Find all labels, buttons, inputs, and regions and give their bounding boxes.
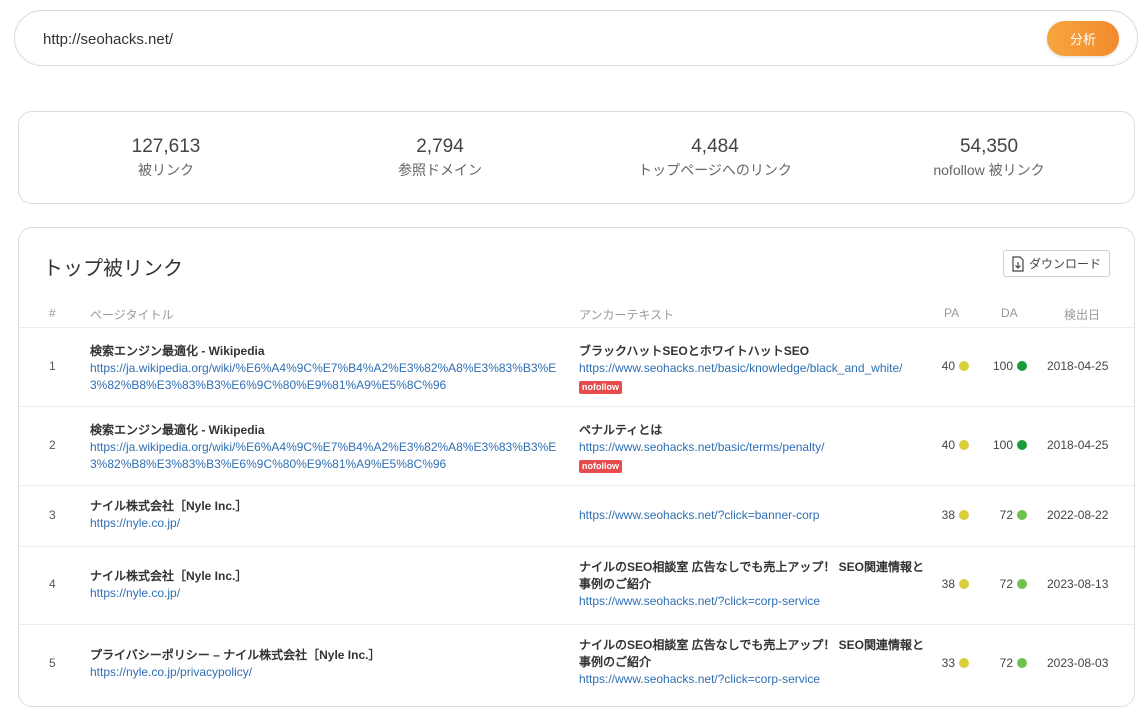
table-row: 2 検索エンジン最適化 - Wikipedia https://ja.wikip… [19, 406, 1134, 485]
da-indicator-dot [1017, 440, 1027, 450]
stat-value: 2,794 [416, 136, 464, 157]
row-number: 2 [49, 438, 56, 452]
pa-value: 38 [937, 508, 969, 522]
pa-number: 40 [941, 438, 955, 452]
table-row: 5 プライバシーポリシー – ナイル株式会社［Nyle Inc.］ https:… [19, 624, 1134, 708]
page-title: 検索エンジン最適化 - Wikipedia [90, 344, 265, 358]
pa-indicator-dot [959, 361, 969, 371]
page-url-link[interactable]: https://ja.wikipedia.org/wiki/%E6%A4%9C%… [90, 360, 560, 394]
page-url-link[interactable]: https://nyle.co.jp/ [90, 515, 560, 532]
anchor-url-link[interactable]: https://www.seohacks.net/?click=banner-c… [579, 507, 924, 524]
anchor-url-link[interactable]: https://www.seohacks.net/?click=corp-ser… [579, 671, 924, 688]
da-indicator-dot [1017, 510, 1027, 520]
pa-number: 40 [941, 359, 955, 373]
pa-number: 33 [941, 656, 955, 670]
col-pa: PA [944, 306, 960, 320]
anchor-url-link[interactable]: https://www.seohacks.net/?click=corp-ser… [579, 593, 924, 610]
pa-indicator-dot [959, 658, 969, 668]
stat-label: 被リンク [138, 162, 194, 178]
stat-label: 参照ドメイン [398, 162, 482, 178]
da-value: 100 [989, 438, 1027, 452]
nofollow-badge: nofollow [579, 460, 622, 473]
stat-nofollow-backlinks: 54,350 nofollow 被リンク [889, 136, 1089, 180]
page-url-link[interactable]: https://ja.wikipedia.org/wiki/%E6%A4%9C%… [90, 439, 560, 473]
top-backlinks-panel: トップ被リンク ダウンロード # ページタイトル アンカーテキスト PA DA … [18, 227, 1135, 707]
page-url-link[interactable]: https://nyle.co.jp/ [90, 585, 560, 602]
nofollow-badge: nofollow [579, 381, 622, 394]
anchor-text: ナイルのSEO相談室 広告なしでも売上アップ！ SEO関連情報と事例のご紹介 [579, 560, 924, 591]
anchor-url-link[interactable]: https://www.seohacks.net/basic/terms/pen… [579, 439, 924, 456]
da-value: 72 [989, 508, 1027, 522]
da-number: 72 [999, 508, 1013, 522]
pa-value: 40 [937, 438, 969, 452]
row-number: 4 [49, 577, 56, 591]
da-value: 100 [989, 359, 1027, 373]
col-date: 検出日 [1064, 308, 1101, 322]
da-indicator-dot [1017, 579, 1027, 589]
pa-value: 33 [937, 656, 969, 670]
download-label: ダウンロード [1028, 257, 1101, 271]
da-indicator-dot [1017, 658, 1027, 668]
pa-number: 38 [941, 577, 955, 591]
da-number: 72 [999, 656, 1013, 670]
table-header: # ページタイトル アンカーテキスト PA DA 検出日 [19, 304, 1134, 328]
stat-referring-domains: 2,794 参照ドメイン [340, 136, 540, 180]
anchor-text: ペナルティとは [579, 423, 663, 437]
stat-value: 54,350 [959, 136, 1019, 157]
detected-date: 2023-08-13 [1047, 577, 1109, 591]
stat-value: 127,613 [131, 136, 201, 157]
col-anchor-text: アンカーテキスト [579, 308, 675, 322]
da-value: 72 [989, 577, 1027, 591]
stat-toppage-links: 4,484 トップページへのリンク [615, 136, 815, 180]
stat-label: nofollow 被リンク [933, 162, 1045, 178]
pa-value: 40 [937, 359, 969, 373]
page-title: ナイル株式会社［Nyle Inc.］ [90, 499, 248, 513]
detected-date: 2018-04-25 [1047, 438, 1109, 452]
da-number: 72 [999, 577, 1013, 591]
analyze-button[interactable]: 分析 [1047, 21, 1119, 56]
table-row: 4 ナイル株式会社［Nyle Inc.］ https://nyle.co.jp/… [19, 546, 1134, 624]
row-number: 5 [49, 656, 56, 670]
page-title: ナイル株式会社［Nyle Inc.］ [90, 569, 248, 583]
table-row: 3 ナイル株式会社［Nyle Inc.］ https://nyle.co.jp/… [19, 485, 1134, 546]
table-row: 1 検索エンジン最適化 - Wikipedia https://ja.wikip… [19, 327, 1134, 406]
page-title: 検索エンジン最適化 - Wikipedia [90, 423, 265, 437]
page-title: プライバシーポリシー – ナイル株式会社［Nyle Inc.］ [90, 648, 381, 662]
anchor-url-link[interactable]: https://www.seohacks.net/basic/knowledge… [579, 360, 924, 377]
panel-title: トップ被リンク [43, 258, 183, 280]
stat-label: トップページへのリンク [638, 162, 792, 178]
detected-date: 2023-08-03 [1047, 656, 1109, 670]
row-number: 3 [49, 508, 56, 522]
da-number: 100 [992, 438, 1013, 452]
pa-indicator-dot [959, 579, 969, 589]
stats-summary: 127,613 被リンク 2,794 参照ドメイン 4,484 トップページへの… [18, 111, 1135, 204]
detected-date: 2018-04-25 [1047, 359, 1109, 373]
download-button[interactable]: ダウンロード [1002, 250, 1110, 277]
page-url-link[interactable]: https://nyle.co.jp/privacypolicy/ [90, 664, 560, 681]
search-bar: 分析 [14, 10, 1138, 66]
pa-value: 38 [937, 577, 969, 591]
stat-value: 4,484 [691, 136, 739, 157]
row-number: 1 [49, 359, 56, 373]
url-input[interactable] [41, 25, 1005, 53]
da-value: 72 [989, 656, 1027, 670]
col-da: DA [1001, 306, 1018, 320]
pa-number: 38 [941, 508, 955, 522]
da-indicator-dot [1017, 361, 1027, 371]
col-page-title: ページタイトル [90, 308, 174, 322]
da-number: 100 [992, 359, 1013, 373]
anchor-text: ブラックハットSEOとホワイトハットSEO [579, 344, 810, 358]
download-icon [1011, 255, 1025, 272]
col-num: # [49, 306, 56, 320]
detected-date: 2022-08-22 [1047, 508, 1109, 522]
stat-backlinks: 127,613 被リンク [66, 136, 266, 180]
pa-indicator-dot [959, 510, 969, 520]
pa-indicator-dot [959, 440, 969, 450]
anchor-text: ナイルのSEO相談室 広告なしでも売上アップ！ SEO関連情報と事例のご紹介 [579, 638, 924, 669]
